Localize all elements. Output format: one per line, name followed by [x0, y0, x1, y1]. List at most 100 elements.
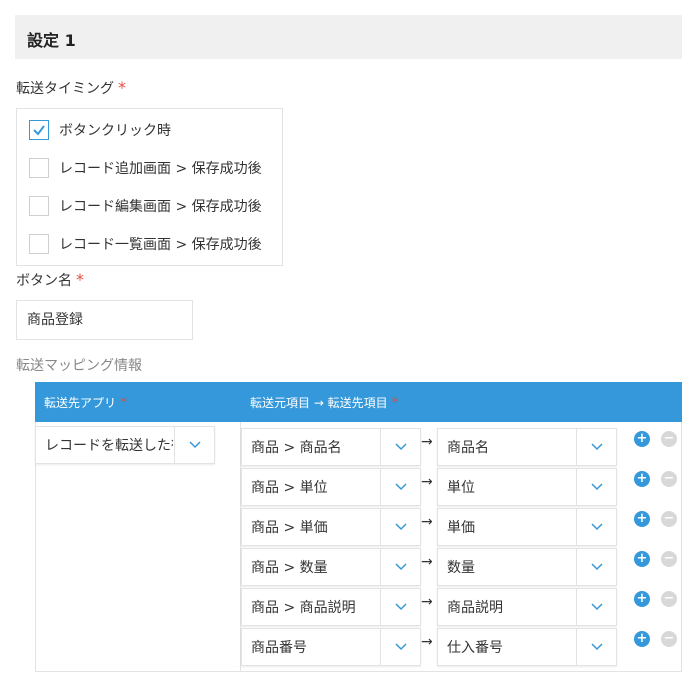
timing-option-edit-save[interactable]: レコード編集画面 > 保存成功後	[29, 195, 262, 217]
target-field-toggle[interactable]	[576, 509, 616, 545]
chevron-down-icon	[591, 523, 603, 531]
transfer-timing-options: ボタンクリック時 レコード追加画面 > 保存成功後 レコード編集画面 > 保存成…	[16, 108, 283, 266]
target-field-value: 単位	[447, 480, 475, 496]
dest-app-header-text: 転送先アプリ	[44, 396, 117, 410]
add-row-icon[interactable]: +	[634, 591, 650, 607]
source-field-value: 商品 > 単位	[251, 480, 328, 496]
source-field-toggle[interactable]	[380, 509, 420, 545]
button-name-label: ボタン名 *	[16, 270, 84, 290]
source-field-value: 商品 > 単価	[251, 520, 328, 536]
target-field-toggle[interactable]	[576, 589, 616, 625]
mapping-label: 転送マッピング情報	[16, 358, 142, 374]
required-mark: *	[391, 395, 399, 411]
add-row-icon[interactable]: +	[634, 471, 650, 487]
source-field-select[interactable]: 商品 > 商品説明	[241, 588, 421, 626]
target-field-value: 仕入番号	[447, 640, 503, 656]
remove-row-icon[interactable]: −	[661, 551, 677, 567]
chevron-down-icon	[395, 643, 407, 651]
chevron-down-icon	[395, 563, 407, 571]
transfer-timing-label-text: 転送タイミング	[16, 81, 114, 97]
target-field-select[interactable]: 商品名	[437, 428, 617, 466]
dest-app-select-toggle[interactable]	[174, 427, 214, 463]
target-field-toggle[interactable]	[576, 549, 616, 585]
mapping-arrow: →	[421, 554, 433, 570]
button-name-input[interactable]: 商品登録	[16, 300, 193, 340]
timing-option-list-save[interactable]: レコード一覧画面 > 保存成功後	[29, 233, 262, 255]
chevron-down-icon	[395, 443, 407, 451]
fields-header-text: 転送元項目 → 転送先項目	[250, 396, 388, 410]
target-field-select[interactable]: 単位	[437, 468, 617, 506]
chevron-down-icon	[591, 603, 603, 611]
timing-option-label: レコード一覧画面 > 保存成功後	[59, 237, 262, 253]
source-field-value: 商品 > 数量	[251, 560, 328, 576]
target-field-toggle[interactable]	[576, 629, 616, 665]
mapping-arrow: →	[421, 634, 433, 650]
checkbox-icon[interactable]	[29, 196, 49, 216]
required-mark: *	[118, 78, 126, 97]
remove-row-icon[interactable]: −	[661, 431, 677, 447]
dest-app-select[interactable]: レコードを転送した行	[35, 426, 215, 464]
add-row-icon[interactable]: +	[634, 511, 650, 527]
target-field-select[interactable]: 単価	[437, 508, 617, 546]
section-title: 設定 1	[27, 31, 76, 50]
remove-row-icon[interactable]: −	[661, 471, 677, 487]
chevron-down-icon	[591, 643, 603, 651]
remove-row-icon[interactable]: −	[661, 511, 677, 527]
timing-option-label: レコード追加画面 > 保存成功後	[59, 161, 262, 177]
target-field-select[interactable]: 商品説明	[437, 588, 617, 626]
dest-app-header: 転送先アプリ *	[44, 394, 127, 411]
source-field-toggle[interactable]	[380, 469, 420, 505]
remove-row-icon[interactable]: −	[661, 591, 677, 607]
mapping-arrow: →	[421, 514, 433, 530]
transfer-timing-label: 転送タイミング *	[16, 78, 126, 98]
checkbox-checked-icon[interactable]	[29, 120, 49, 140]
source-field-select[interactable]: 商品 > 単位	[241, 468, 421, 506]
chevron-down-icon	[591, 483, 603, 491]
chevron-down-icon	[591, 563, 603, 571]
mapping-table-header: 転送先アプリ * 転送元項目 → 転送先項目 *	[35, 382, 682, 422]
section-header: 設定 1	[15, 15, 682, 59]
source-field-toggle[interactable]	[380, 589, 420, 625]
target-field-value: 数量	[447, 560, 475, 576]
chevron-down-icon	[395, 483, 407, 491]
timing-option-button-click[interactable]: ボタンクリック時	[29, 119, 171, 141]
required-mark: *	[120, 395, 128, 411]
target-field-value: 商品説明	[447, 600, 503, 616]
mapping-arrow: →	[421, 434, 433, 450]
chevron-down-icon	[591, 443, 603, 451]
add-row-icon[interactable]: +	[634, 431, 650, 447]
required-mark: *	[76, 270, 84, 289]
source-field-value: 商品 > 商品名	[251, 440, 342, 456]
chevron-down-icon	[395, 523, 407, 531]
mapping-arrow: →	[421, 594, 433, 610]
dest-app-select-value: レコードを転送した行	[45, 438, 173, 454]
target-field-toggle[interactable]	[576, 469, 616, 505]
target-field-value: 商品名	[447, 440, 489, 456]
button-name-label-text: ボタン名	[16, 273, 72, 289]
source-field-value: 商品 > 商品説明	[251, 600, 356, 616]
add-row-icon[interactable]: +	[634, 551, 650, 567]
source-field-toggle[interactable]	[380, 429, 420, 465]
chevron-down-icon	[189, 441, 201, 449]
source-field-toggle[interactable]	[380, 629, 420, 665]
target-field-toggle[interactable]	[576, 429, 616, 465]
mapping-arrow: →	[421, 474, 433, 490]
source-field-select[interactable]: 商品 > 単価	[241, 508, 421, 546]
timing-option-add-save[interactable]: レコード追加画面 > 保存成功後	[29, 157, 262, 179]
source-field-select[interactable]: 商品番号	[241, 628, 421, 666]
source-field-toggle[interactable]	[380, 549, 420, 585]
target-field-select[interactable]: 仕入番号	[437, 628, 617, 666]
chevron-down-icon	[395, 603, 407, 611]
source-field-select[interactable]: 商品 > 商品名	[241, 428, 421, 466]
source-field-select[interactable]: 商品 > 数量	[241, 548, 421, 586]
target-field-value: 単価	[447, 520, 475, 536]
fields-header: 転送元項目 → 転送先項目 *	[250, 394, 399, 411]
timing-option-label: レコード編集画面 > 保存成功後	[59, 199, 262, 215]
timing-option-label: ボタンクリック時	[59, 123, 171, 139]
target-field-select[interactable]: 数量	[437, 548, 617, 586]
checkbox-icon[interactable]	[29, 158, 49, 178]
source-field-value: 商品番号	[251, 640, 307, 656]
remove-row-icon[interactable]: −	[661, 631, 677, 647]
add-row-icon[interactable]: +	[634, 631, 650, 647]
checkbox-icon[interactable]	[29, 234, 49, 254]
